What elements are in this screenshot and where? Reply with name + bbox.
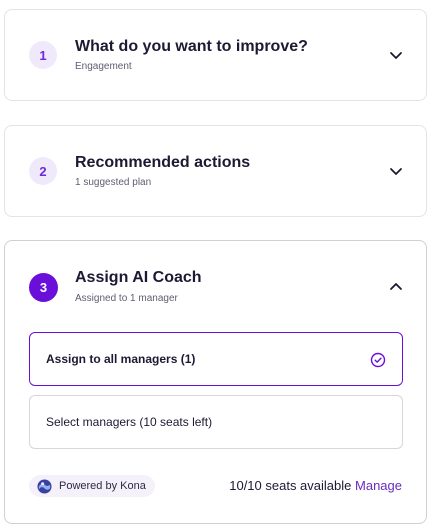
chevron-down-icon[interactable] (388, 163, 404, 179)
step-card-improve[interactable]: 1 What do you want to improve? Engagemen… (4, 9, 427, 101)
option-label: Assign to all managers (1) (46, 352, 196, 366)
chevron-up-icon[interactable] (388, 279, 404, 295)
assign-all-managers-option[interactable]: Assign to all managers (1) (29, 332, 403, 386)
manage-link[interactable]: Manage (355, 478, 402, 493)
step-subtitle: 1 suggested plan (75, 177, 152, 188)
select-managers-option[interactable]: Select managers (10 seats left) (29, 395, 403, 449)
step-title: Recommended actions (75, 154, 251, 171)
seats-info: 10/10 seats available Manage (229, 478, 402, 493)
step-title: Assign AI Coach (75, 269, 202, 286)
step-title: What do you want to improve? (75, 38, 308, 55)
step-subtitle: Assigned to 1 manager (75, 293, 178, 304)
chevron-down-icon[interactable] (388, 47, 404, 63)
powered-by-badge: Powered by Kona (29, 475, 155, 497)
step-subtitle: Engagement (75, 61, 132, 72)
option-label: Select managers (10 seats left) (46, 415, 213, 429)
step-number-badge: 3 (29, 273, 58, 302)
step-number-badge: 1 (29, 41, 57, 69)
kona-logo-icon (37, 478, 52, 494)
step-number-badge: 2 (29, 157, 57, 185)
check-circle-icon (370, 352, 386, 368)
step-card-recommended-actions[interactable]: 2 Recommended actions 1 suggested plan (4, 125, 427, 217)
seats-available-text: 10/10 seats available (229, 478, 352, 493)
powered-by-label: Powered by Kona (59, 480, 146, 492)
step-card-assign-ai-coach: 3 Assign AI Coach Assigned to 1 manager … (4, 240, 427, 524)
